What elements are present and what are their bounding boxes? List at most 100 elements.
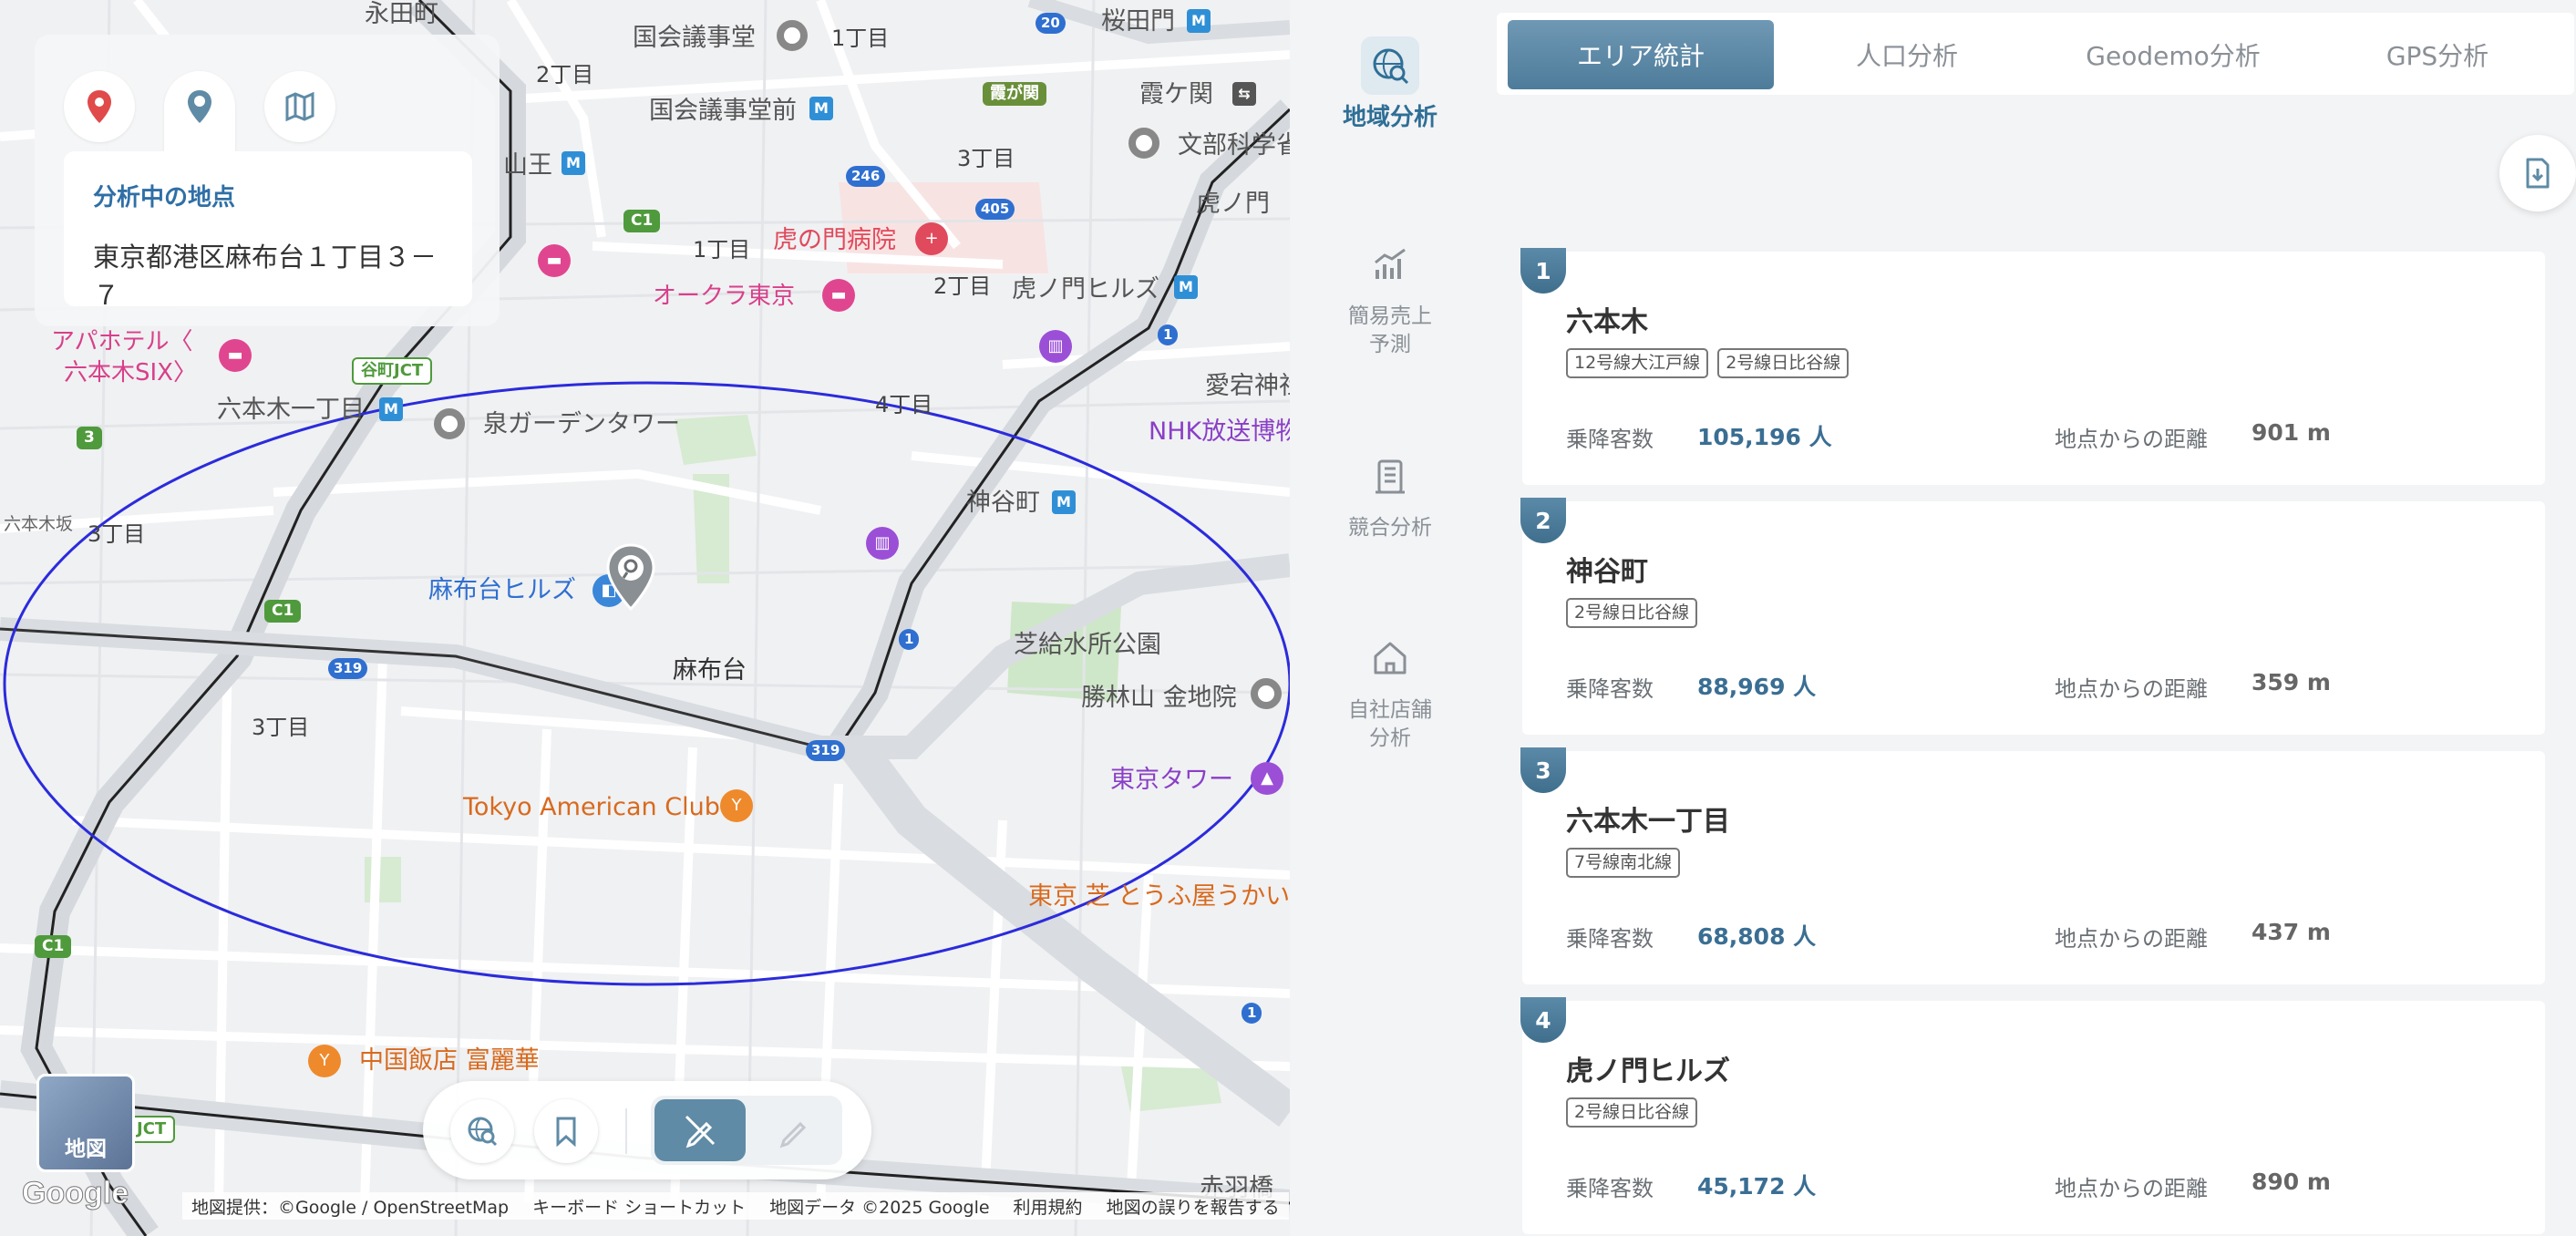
route-319-shield: 319 — [328, 658, 368, 679]
route-1-shield: 1 — [1242, 1003, 1262, 1024]
train-station-icon[interactable]: ⇆ — [1232, 82, 1256, 106]
map-label-toranomon-hills: 虎ノ門ヒルズ — [1012, 275, 1159, 304]
map-data-text: 地図データ ©2025 Google — [769, 1197, 990, 1218]
poi-izumi-icon[interactable] — [434, 408, 465, 439]
museum-icon[interactable]: ▥ — [866, 527, 899, 560]
map-label-chugoku-hanten: 中国飯店 富麗華 — [359, 1046, 540, 1075]
tab-population[interactable]: 人口分析 — [1774, 20, 2040, 89]
area-map-mode-button[interactable] — [264, 71, 335, 142]
temple-icon[interactable] — [1251, 678, 1282, 709]
bookmark-button[interactable] — [534, 1099, 598, 1163]
store-icon — [1361, 629, 1419, 687]
map-label-toranomon-hospital: 虎の門病院 — [773, 226, 896, 254]
hotel-icon[interactable]: ▬ — [822, 279, 855, 312]
nav-item-area-analysis[interactable]: 地域分析 — [1317, 36, 1463, 132]
map-view[interactable]: 永田町 国会議事堂 1丁目 20 桜田門 M 2丁目 霞が関 霞ケ関 ⇆ 国会議… — [0, 0, 1290, 1236]
draw-button[interactable] — [749, 1099, 839, 1161]
metro-icon[interactable]: M — [1174, 275, 1198, 299]
landmark-icon[interactable]: ▲ — [1251, 762, 1283, 795]
restaurant-icon[interactable]: Y — [720, 789, 753, 822]
metro-icon[interactable]: M — [1187, 9, 1211, 33]
map-label-tokyo-tower: 東京タワー — [1110, 766, 1233, 794]
pencil-icon — [779, 1121, 807, 1148]
map-label-kamiyacho: 神谷町 — [966, 489, 1040, 517]
poi-monbu-icon[interactable] — [1128, 128, 1159, 159]
hotel-icon[interactable]: ▬ — [219, 339, 252, 372]
route-246-shield: 246 — [846, 166, 886, 187]
line-badge: 2号線日比谷線 — [1566, 1097, 1698, 1128]
map-label-chome4: 4丁目 — [875, 392, 933, 417]
passengers-label: 乗降客数 — [1566, 1176, 1654, 1201]
metro-icon[interactable]: M — [1052, 490, 1076, 514]
station-card[interactable]: 3 六本木一丁目 7号線南北線 乗降客数 68,808 人 地点からの距離 43… — [1520, 747, 2545, 984]
nav-label: 簡易売上 予測 — [1348, 304, 1432, 356]
hospital-icon[interactable]: + — [915, 222, 948, 255]
nav-item-sales-forecast[interactable]: 簡易売上 予測 — [1317, 235, 1463, 359]
rank-badge: 4 — [1520, 997, 1566, 1043]
competitor-icon — [1361, 447, 1419, 505]
route-1-shield: 1 — [899, 629, 920, 650]
draw-disabled-button[interactable] — [654, 1099, 746, 1161]
passengers-value: 68,808 人 — [1697, 923, 1817, 950]
map-type-toggle[interactable]: 地図 — [36, 1074, 135, 1172]
folded-map-icon — [285, 91, 314, 122]
station-card[interactable]: 2 神谷町 2号線日比谷線 乗降客数 88,969 人 地点からの距離 359 … — [1520, 498, 2545, 735]
map-label-kasumigaseki: 霞ケ関 — [1139, 80, 1213, 108]
poi-kokkai-icon[interactable] — [777, 20, 808, 51]
side-nav: 地域分析 簡易売上 予測 競合分析 自社店舗 分析 — [1317, 0, 1463, 1236]
terms-link[interactable]: 利用規約 — [1014, 1194, 1083, 1219]
metro-icon[interactable]: M — [562, 151, 585, 175]
hotel-icon[interactable]: ▬ — [538, 244, 571, 277]
tab-gps[interactable]: GPS分析 — [2304, 20, 2571, 89]
distance-label: 地点からの距離 — [2055, 926, 2208, 952]
analysis-tabs: エリア統計 人口分析 Geodemo分析 GPS分析 — [1497, 13, 2574, 95]
distance-value: 901 m — [2251, 419, 2331, 446]
station-card[interactable]: 1 六本木 12号線大江戸線 2号線日比谷線 乗降客数 105,196 人 地点… — [1520, 248, 2545, 485]
metro-icon[interactable]: M — [379, 397, 403, 421]
map-label-chome3-top: 3丁目 — [957, 146, 1015, 171]
map-label-apa-1: アパホテル〈 — [51, 328, 193, 355]
passengers-label: 乗降客数 — [1566, 427, 1654, 452]
analysis-location-address: 東京都港区麻布台１丁目３－７ — [93, 242, 438, 311]
rank-badge: 2 — [1520, 498, 1566, 543]
map-label-azabudai-hills: 麻布台ヒルズ — [428, 576, 576, 604]
analysis-location-marker[interactable] — [605, 543, 656, 613]
pin-mode-button[interactable] — [64, 71, 135, 142]
google-logo: Google — [21, 1176, 129, 1211]
nav-item-own-store[interactable]: 自社店舗 分析 — [1317, 629, 1463, 753]
nav-item-competitor[interactable]: 競合分析 — [1317, 447, 1463, 542]
map-label-toranomon: 虎ノ門 — [1196, 190, 1270, 218]
bookmark-icon — [556, 1117, 576, 1147]
map-label-nagatacho: 永田町 — [365, 0, 438, 28]
distance-value: 890 m — [2251, 1169, 2331, 1195]
map-toolbar — [423, 1081, 871, 1179]
download-button[interactable] — [2499, 135, 2576, 211]
metro-icon[interactable]: M — [809, 97, 833, 120]
tab-geodemo[interactable]: Geodemo分析 — [2040, 20, 2306, 89]
globe-search-icon — [468, 1117, 498, 1147]
rank-badge: 3 — [1520, 747, 1566, 793]
route-c1-shield: C1 — [264, 600, 302, 623]
area-search-button[interactable] — [450, 1099, 514, 1163]
passengers-label: 乗降客数 — [1566, 926, 1654, 952]
distance-value: 437 m — [2251, 919, 2331, 945]
map-label-tokyo-american-club: Tokyo American Club — [463, 793, 720, 821]
map-label-azabudai: 麻布台 — [673, 656, 747, 685]
map-label-chome2-top: 2丁目 — [536, 62, 594, 88]
station-card[interactable]: 4 虎ノ門ヒルズ 2号線日比谷線 乗降客数 45,172 人 地点からの距離 8… — [1520, 997, 2545, 1234]
restaurant-icon[interactable]: Y — [308, 1045, 341, 1077]
map-label-monbu: 文部科学省 — [1178, 131, 1290, 160]
route-c1-shield: C1 — [623, 210, 661, 232]
map-label-kokkai-gijidomae: 国会議事堂前 — [649, 97, 797, 125]
tab-area-stats[interactable]: エリア統計 — [1508, 20, 1774, 89]
station-name: 六本木一丁目 — [1566, 806, 1730, 838]
report-error-link[interactable]: 地図の誤りを報告する — [1107, 1194, 1280, 1219]
map-analysis-panel: 分析中の地点 東京都港区麻布台１丁目３－７ — [35, 35, 500, 326]
museum-icon[interactable]: ▥ — [1039, 330, 1072, 363]
station-name: 六本木 — [1566, 306, 1648, 338]
keyboard-shortcuts-link[interactable]: キーボード ショートカット — [532, 1194, 746, 1219]
route-319-shield: 319 — [806, 740, 846, 761]
nav-label: 自社店舗 分析 — [1348, 698, 1432, 750]
distance-label: 地点からの距離 — [2055, 1176, 2208, 1201]
kasumigaseki-sign: 霞が関 — [983, 82, 1046, 106]
